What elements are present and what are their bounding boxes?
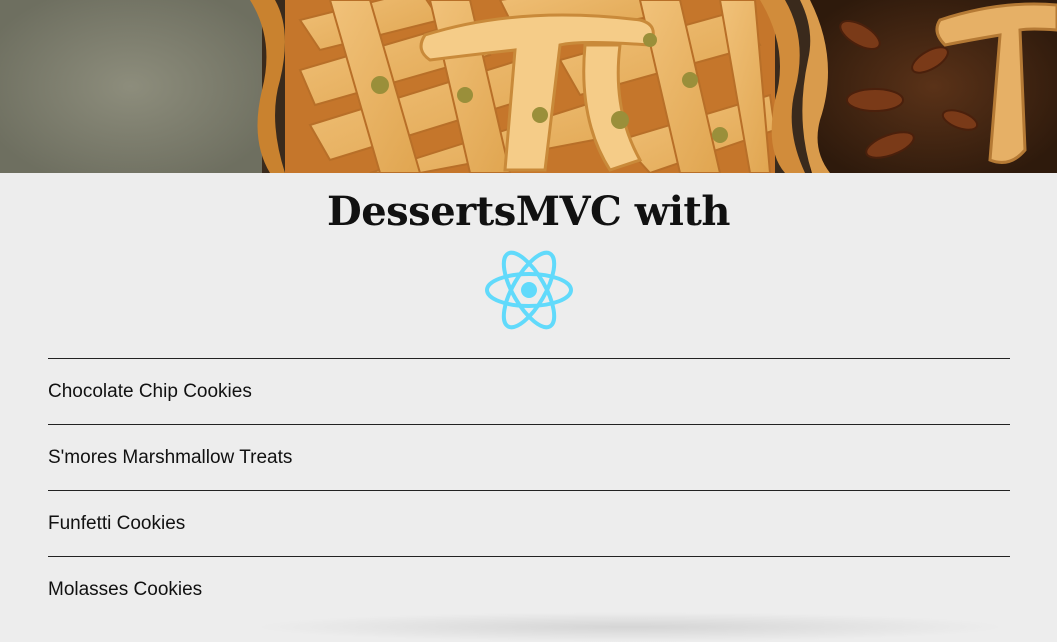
dessert-list: Chocolate Chip Cookies S'mores Marshmall…: [48, 358, 1010, 622]
footer-shadow: [250, 612, 1010, 642]
page-title: DessertsMVC with: [327, 188, 730, 235]
list-item[interactable]: Funfetti Cookies: [48, 491, 1010, 557]
dessert-name: S'mores Marshmallow Treats: [48, 446, 293, 468]
dessert-name: Funfetti Cookies: [48, 512, 186, 534]
list-item[interactable]: S'mores Marshmallow Treats: [48, 425, 1010, 491]
react-atom-icon: [484, 248, 574, 332]
hero-banner-image: [0, 0, 1057, 173]
list-item[interactable]: Chocolate Chip Cookies: [48, 359, 1010, 425]
dessert-name: Molasses Cookies: [48, 578, 203, 600]
dessert-name: Chocolate Chip Cookies: [48, 380, 252, 402]
